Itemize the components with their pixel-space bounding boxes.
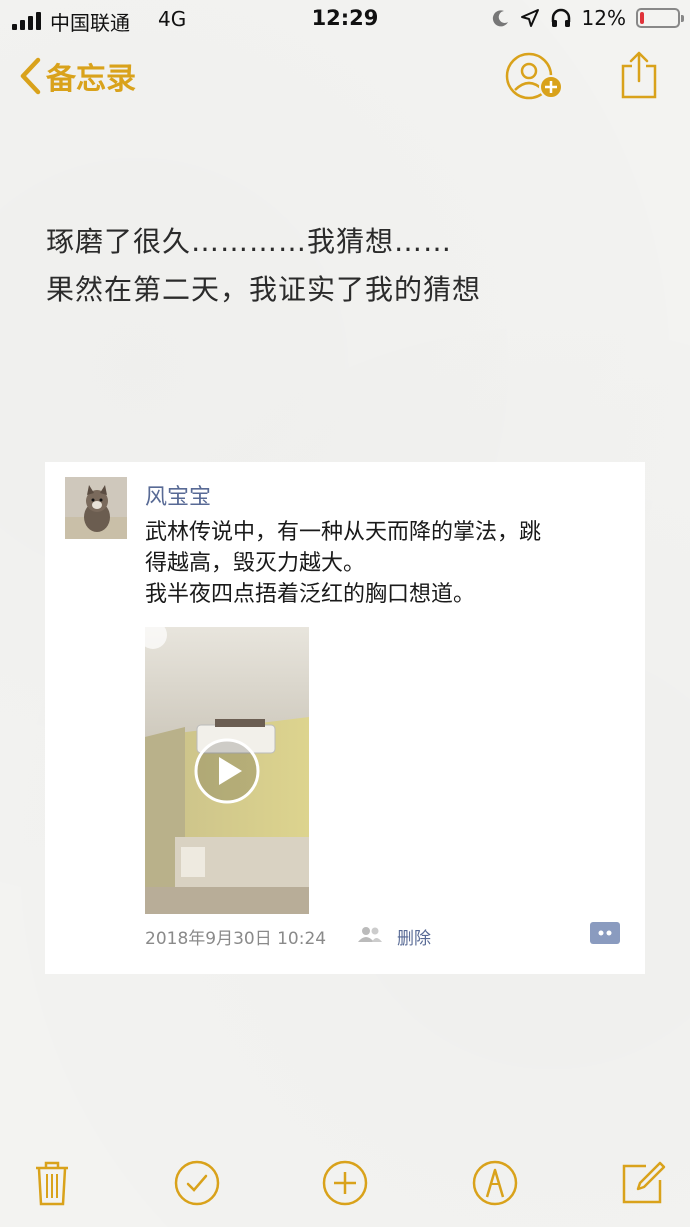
moon-icon bbox=[492, 10, 508, 27]
post-text: 武林传说中，有一种从天而降的掌法，跳 得越高，毁灭力越大。 我半夜四点捂着泛红的… bbox=[145, 517, 625, 610]
back-button[interactable]: 备忘录 bbox=[18, 54, 136, 98]
post-timestamp: 2018年9月30日 10:24 bbox=[145, 929, 327, 949]
bottom-toolbar bbox=[0, 1150, 690, 1220]
note-body[interactable]: 琢磨了很久…………我猜想…… 果然在第二天，我证实了我的猜想 bbox=[46, 218, 481, 314]
add-icon[interactable] bbox=[322, 1160, 368, 1206]
battery-level bbox=[640, 12, 644, 24]
post-line: 我半夜四点捂着泛红的胸口想道。 bbox=[145, 582, 476, 607]
status-right: 12% bbox=[492, 6, 684, 30]
checklist-icon[interactable] bbox=[174, 1160, 220, 1206]
friends-visibility-icon bbox=[358, 927, 382, 942]
location-arrow-icon bbox=[520, 9, 539, 27]
author-name[interactable]: 风宝宝 bbox=[145, 479, 211, 511]
headphones-icon bbox=[551, 8, 570, 27]
comment-dots-icon bbox=[598, 930, 612, 936]
battery-percent: 12% bbox=[581, 6, 626, 30]
comment-button[interactable] bbox=[590, 922, 620, 944]
status-bar: 中国联通 4G 12:29 12% bbox=[0, 0, 690, 40]
battery-icon bbox=[636, 8, 684, 28]
avatar[interactable] bbox=[65, 477, 127, 539]
delete-link[interactable]: 删除 bbox=[397, 924, 431, 949]
play-icon bbox=[194, 738, 260, 804]
post-line: 得越高，毁灭力越大。 bbox=[145, 551, 366, 576]
trash-icon[interactable] bbox=[34, 1160, 70, 1206]
note-line: 果然在第二天，我证实了我的猜想 bbox=[46, 273, 482, 306]
chevron-left-icon bbox=[20, 57, 41, 95]
compose-icon[interactable] bbox=[620, 1160, 666, 1206]
markup-icon[interactable] bbox=[472, 1160, 518, 1206]
add-person-icon[interactable] bbox=[504, 52, 566, 104]
nav-bar: 备忘录 bbox=[0, 50, 690, 106]
video-thumbnail[interactable] bbox=[145, 627, 309, 914]
cat-photo-icon bbox=[65, 477, 127, 539]
share-icon[interactable] bbox=[620, 50, 658, 100]
note-line: 琢磨了很久…………我猜想…… bbox=[46, 225, 453, 258]
post-line: 武林传说中，有一种从天而降的掌法，跳 bbox=[145, 520, 542, 545]
embedded-post-card: 风宝宝 武林传说中，有一种从天而降的掌法，跳 得越高，毁灭力越大。 我半夜四点捂… bbox=[45, 462, 645, 974]
back-label: 备忘录 bbox=[46, 62, 136, 97]
